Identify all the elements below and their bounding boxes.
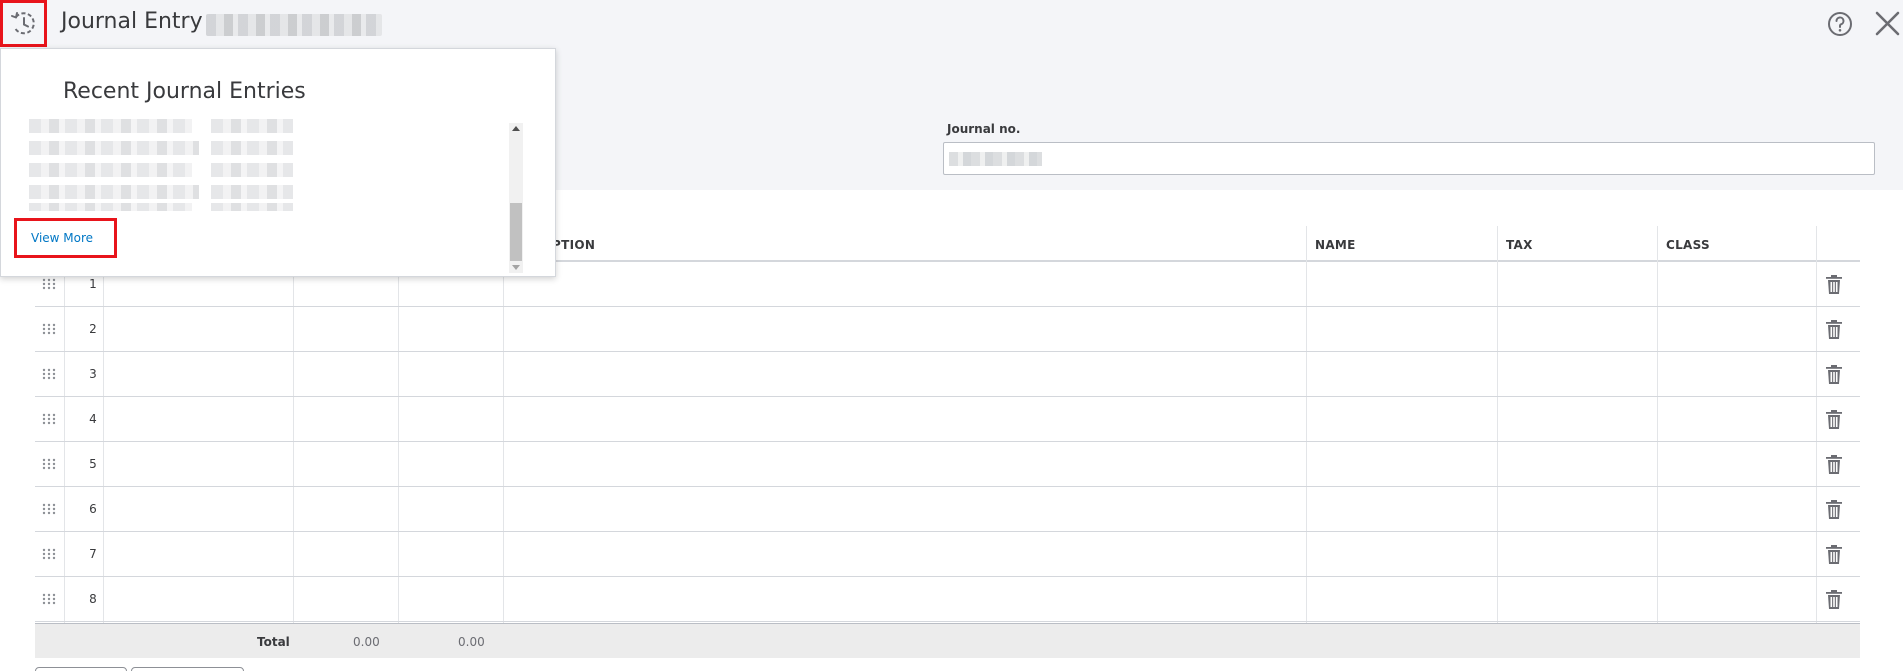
journal-no-label: Journal no.: [947, 122, 1021, 136]
journal-reference-redacted: [206, 14, 382, 36]
table-row[interactable]: 7: [35, 532, 1860, 577]
total-credit-value: 0.00: [458, 635, 485, 649]
recent-transactions-button[interactable]: [0, 0, 47, 47]
table-row[interactable]: 8: [35, 577, 1860, 622]
column-header-name: NAME: [1315, 238, 1356, 252]
column-header-tax: TAX: [1506, 238, 1533, 252]
table-row[interactable]: 3: [35, 352, 1860, 397]
recent-list-scrollbar[interactable]: [509, 123, 523, 273]
row-number: 7: [89, 547, 97, 561]
drag-handle-icon[interactable]: [42, 323, 56, 335]
add-lines-button[interactable]: [35, 667, 127, 671]
trash-icon[interactable]: [1826, 275, 1842, 294]
list-item[interactable]: [211, 119, 293, 133]
drag-handle-icon[interactable]: [42, 458, 56, 470]
table-row[interactable]: 6: [35, 487, 1860, 532]
list-item[interactable]: [29, 163, 192, 177]
list-item[interactable]: [211, 203, 293, 211]
view-more-link[interactable]: View More: [14, 218, 117, 258]
trash-icon[interactable]: [1826, 455, 1842, 474]
row-number: 2: [89, 322, 97, 336]
drag-handle-icon[interactable]: [42, 548, 56, 560]
recent-journal-entries-popup: Recent Journal Entries View More: [0, 48, 556, 277]
drag-handle-icon[interactable]: [42, 503, 56, 515]
total-label: Total: [257, 635, 290, 649]
drag-handle-icon[interactable]: [42, 593, 56, 605]
trash-icon[interactable]: [1826, 500, 1842, 519]
total-row: Total 0.00 0.00: [35, 623, 1860, 658]
row-number: 6: [89, 502, 97, 516]
trash-icon[interactable]: [1826, 320, 1842, 339]
trash-icon[interactable]: [1826, 545, 1842, 564]
drag-handle-icon[interactable]: [42, 368, 56, 380]
row-number: 8: [89, 592, 97, 606]
scrollbar-thumb[interactable]: [510, 203, 522, 261]
trash-icon[interactable]: [1826, 590, 1842, 609]
table-row[interactable]: 5: [35, 442, 1860, 487]
column-header-description: PTION: [552, 238, 596, 252]
clear-lines-button[interactable]: [131, 667, 244, 671]
top-bar: Journal Entry: [0, 0, 1903, 48]
list-item[interactable]: [29, 119, 192, 133]
trash-icon[interactable]: [1826, 365, 1842, 384]
journal-entry-page: Journal Entry Journal no. PTION NAME TAX…: [0, 0, 1903, 671]
list-item[interactable]: [211, 141, 293, 155]
trash-icon[interactable]: [1826, 410, 1842, 429]
list-item[interactable]: [29, 185, 199, 199]
close-icon[interactable]: [1872, 8, 1903, 39]
journal-no-input[interactable]: [943, 142, 1875, 175]
history-clock-icon: [10, 11, 35, 34]
column-header-class: CLASS: [1666, 238, 1710, 252]
list-item[interactable]: [29, 203, 192, 211]
row-number: 4: [89, 412, 97, 426]
table-row[interactable]: 4: [35, 397, 1860, 442]
scroll-down-arrow-icon[interactable]: [512, 265, 520, 270]
row-number: 1: [89, 277, 97, 291]
total-debit-value: 0.00: [353, 635, 380, 649]
recent-popup-title: Recent Journal Entries: [63, 79, 306, 104]
help-circle-icon[interactable]: [1827, 11, 1853, 37]
journal-no-value-redacted: [949, 152, 1042, 166]
row-number: 3: [89, 367, 97, 381]
row-number: 5: [89, 457, 97, 471]
scroll-up-arrow-icon[interactable]: [512, 126, 520, 131]
list-item[interactable]: [211, 185, 293, 199]
recent-entries-list: [29, 117, 509, 217]
table-row[interactable]: 2: [35, 307, 1860, 352]
page-title: Journal Entry: [61, 9, 203, 34]
drag-handle-icon[interactable]: [42, 413, 56, 425]
list-item[interactable]: [211, 163, 293, 177]
list-item[interactable]: [29, 141, 199, 155]
drag-handle-icon[interactable]: [42, 278, 56, 290]
